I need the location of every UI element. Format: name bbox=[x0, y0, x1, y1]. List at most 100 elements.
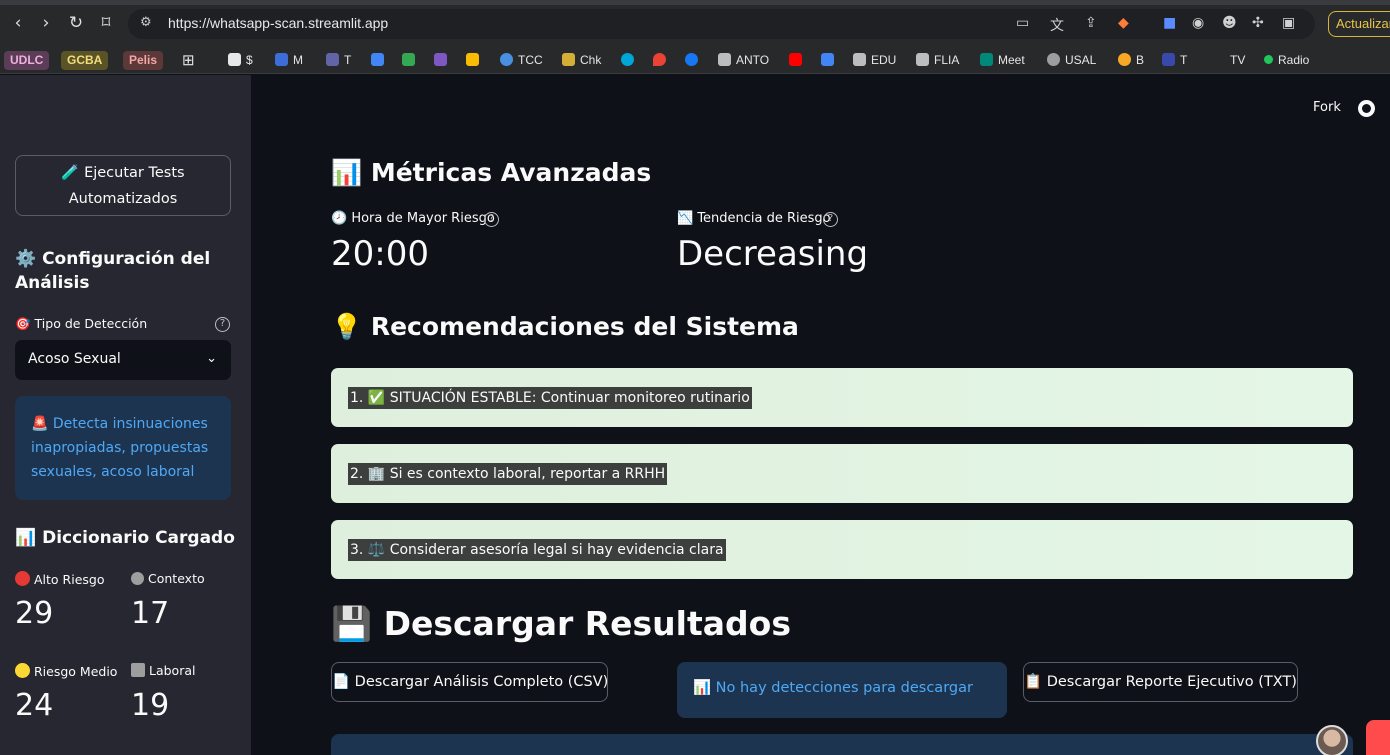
camera-icon[interactable]: ◉ bbox=[1192, 15, 1204, 31]
bookmark-radio[interactable]: Radio bbox=[1264, 51, 1309, 70]
recommendation-text: 2. 🏢 Si es contexto laboral, reportar a … bbox=[348, 463, 668, 485]
ge-icon[interactable] bbox=[821, 51, 839, 70]
bookmark-anto[interactable]: ANTO bbox=[718, 51, 769, 70]
url-text[interactable]: https://whatsapp-scan.streamlit.app bbox=[168, 15, 388, 31]
recommendation-text: 3. ⚖️ Considerar asesoría legal si hay e… bbox=[348, 539, 726, 561]
puzzle-icon[interactable]: ✣ bbox=[1252, 15, 1264, 31]
metric-medium-risk-value: 24 bbox=[15, 688, 54, 723]
back-icon[interactable]: ‹ bbox=[7, 12, 29, 34]
apps-grid-icon[interactable]: ⊞ bbox=[182, 51, 195, 70]
manage-app-tab[interactable] bbox=[1366, 720, 1390, 755]
globe-icon bbox=[1047, 53, 1060, 66]
bookmark-m[interactable]: M bbox=[275, 51, 303, 70]
metric-high-risk-value: 29 bbox=[15, 596, 54, 631]
radio-dot-icon bbox=[1264, 55, 1273, 64]
browser-toolbar: ‹ › ↻ ⌑ ⚙ https://whatsapp-scan.streamli… bbox=[0, 0, 1390, 46]
reader-icon[interactable]: ▣ bbox=[1282, 15, 1295, 31]
metrics-title: 📊 Métricas Avanzadas bbox=[331, 158, 652, 187]
bookmark-label: TCC bbox=[518, 53, 543, 67]
drive-icon[interactable] bbox=[466, 51, 484, 70]
metric-work-label: Laboral bbox=[131, 663, 195, 678]
bookmark-gcba[interactable]: GCBA bbox=[61, 51, 109, 70]
pin-icon bbox=[653, 53, 666, 66]
yr-icon[interactable] bbox=[621, 51, 639, 70]
detection-type-label: 🎯 Tipo de Detección bbox=[15, 316, 148, 331]
bookmark-icon[interactable]: ⌑ bbox=[95, 12, 117, 34]
extension-icon[interactable]: ☻ bbox=[1222, 15, 1237, 31]
fork-link[interactable]: Fork bbox=[1313, 100, 1341, 115]
metric-high-risk-label: Alto Riesgo bbox=[15, 571, 105, 587]
avatar[interactable] bbox=[1316, 725, 1348, 755]
bookmark-usal[interactable]: USAL bbox=[1047, 51, 1096, 70]
address-bar[interactable]: ⚙ https://whatsapp-scan.streamlit.app ▭ … bbox=[128, 9, 1315, 39]
bookmark-pelis[interactable]: Pelis bbox=[123, 51, 164, 70]
trend-label: 📉 Tendencia de Riesgo bbox=[677, 211, 831, 226]
office-icon bbox=[131, 663, 145, 677]
tab-strip bbox=[0, 0, 1390, 5]
github-icon[interactable] bbox=[1358, 100, 1375, 117]
brave-shield-icon[interactable]: ◆ bbox=[1118, 15, 1129, 31]
info-box-bottom bbox=[331, 734, 1353, 755]
sheet-icon bbox=[402, 53, 415, 66]
help-icon[interactable]: ? bbox=[484, 212, 499, 227]
facebook-icon[interactable] bbox=[685, 51, 703, 70]
site-info-icon[interactable]: ⚙ bbox=[140, 15, 152, 30]
metric-label: Alto Riesgo bbox=[34, 572, 105, 587]
bookmark-label: FLIA bbox=[934, 53, 960, 67]
bookmark-label: Chk bbox=[580, 53, 602, 67]
circle-icon bbox=[621, 53, 634, 66]
bookmark-tcc[interactable]: TCC bbox=[500, 51, 543, 70]
doc-icon bbox=[228, 53, 241, 66]
trend-value: Decreasing bbox=[677, 234, 869, 274]
bookmark-dollar[interactable]: $ bbox=[228, 51, 253, 70]
bookmark-t2[interactable]: T bbox=[1162, 51, 1187, 70]
share-icon[interactable]: ⇪ bbox=[1085, 15, 1097, 31]
video-icon bbox=[980, 53, 993, 66]
peak-hour-value: 20:00 bbox=[331, 234, 429, 274]
lock-icon bbox=[562, 53, 575, 66]
download-csv-button[interactable]: 📄 Descargar Análisis Completo (CSV) bbox=[331, 662, 608, 702]
bookmark-label: M bbox=[293, 53, 303, 67]
bookmark-flia[interactable]: FLIA bbox=[916, 51, 959, 70]
config-title: ⚙️ Configuración del Análisis bbox=[15, 249, 211, 293]
bookmark-label: T bbox=[1180, 53, 1188, 67]
teams-icon bbox=[326, 53, 339, 66]
download-txt-button[interactable]: 📋 Descargar Reporte Ejecutivo (TXT) bbox=[1023, 662, 1298, 702]
help-icon[interactable]: ? bbox=[823, 212, 838, 227]
search-icon bbox=[1118, 53, 1131, 66]
update-button[interactable]: Actualizar bbox=[1328, 11, 1390, 37]
bookmark-label: EDU bbox=[871, 53, 897, 67]
detection-type-select[interactable]: Acoso Sexual ⌄ bbox=[15, 340, 231, 380]
reload-icon[interactable]: ↻ bbox=[65, 12, 87, 34]
bookmark-label: B bbox=[1136, 53, 1145, 67]
ge-badge-icon bbox=[821, 53, 834, 66]
calendar-24-icon[interactable] bbox=[371, 51, 389, 70]
cast-icon[interactable]: ▭ bbox=[1016, 15, 1029, 31]
forward-icon[interactable]: › bbox=[35, 12, 57, 34]
bookmark-meet[interactable]: Meet bbox=[980, 51, 1025, 70]
recommendation-text: 1. ✅ SITUACIÓN ESTABLE: Continuar monito… bbox=[348, 387, 752, 409]
bookmark-udlc[interactable]: UDLC bbox=[4, 51, 50, 70]
bookmark-label: Radio bbox=[1278, 53, 1310, 67]
bookmark-b[interactable]: B bbox=[1118, 51, 1144, 70]
drive-green-icon[interactable] bbox=[402, 51, 420, 70]
password-manager-icon[interactable]: ■ bbox=[1163, 15, 1176, 31]
youtube-icon[interactable] bbox=[789, 51, 807, 70]
recommendation-item: 2. 🏢 Si es contexto laboral, reportar a … bbox=[331, 444, 1353, 503]
bookmark-tv[interactable]: TV bbox=[1230, 51, 1245, 70]
maps-icon[interactable] bbox=[653, 51, 671, 70]
bookmark-chk[interactable]: Chk bbox=[562, 51, 601, 70]
date-icon bbox=[371, 53, 384, 66]
yellow-circle-icon bbox=[15, 663, 30, 678]
no-detections-info: 📊 No hay detecciones para descargar bbox=[677, 662, 1007, 718]
triangle-icon bbox=[466, 53, 479, 66]
forms-icon[interactable] bbox=[434, 51, 452, 70]
help-icon[interactable]: ? bbox=[215, 317, 230, 332]
metric-work-value: 19 bbox=[131, 688, 170, 723]
translate-icon[interactable]: 文 bbox=[1050, 15, 1064, 35]
metric-context-value: 17 bbox=[131, 596, 170, 631]
bookmark-edu[interactable]: EDU bbox=[853, 51, 896, 70]
peak-hour-label: 🕗 Hora de Mayor Riesgo bbox=[331, 211, 495, 226]
run-tests-button[interactable]: 🧪 Ejecutar Tests Automatizados bbox=[15, 155, 231, 216]
bookmark-t[interactable]: T bbox=[326, 51, 351, 70]
